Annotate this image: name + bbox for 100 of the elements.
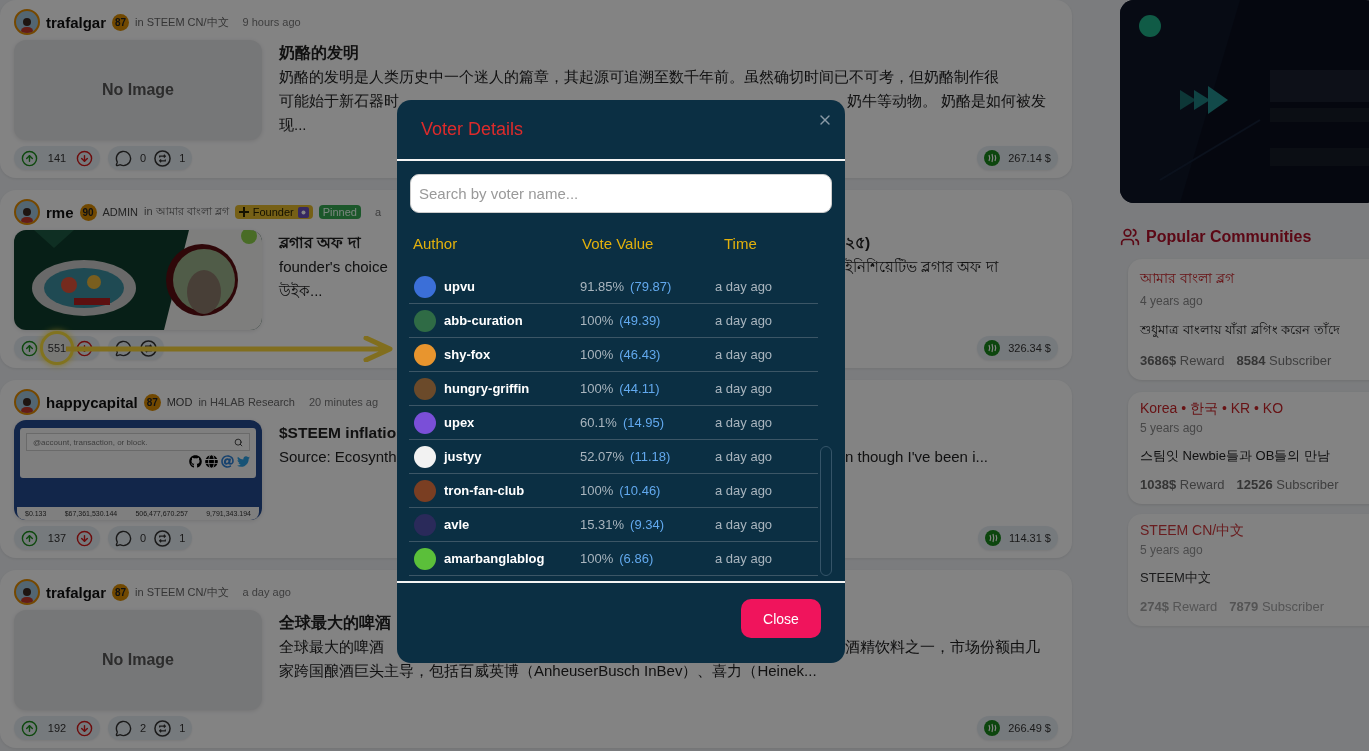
voter-name[interactable]: amarbanglablog	[444, 551, 545, 566]
reblog-icon[interactable]	[154, 529, 172, 547]
vote-count[interactable]: 137	[40, 521, 74, 555]
vote-time: a day ago	[715, 415, 774, 430]
community-card[interactable]: Korea • 한국 • KR • KO 5 years ago 스팀잇 Newbie들과 OB들의 만남 1038$ Reward 12526 Subscriber	[1128, 392, 1369, 504]
user-avatar[interactable]	[14, 9, 40, 35]
payout-amount: 114.31 $	[1009, 532, 1051, 544]
author-name[interactable]: trafalgar	[46, 583, 107, 601]
user-avatar[interactable]	[14, 389, 40, 415]
post-excerpt: 现...	[279, 115, 307, 135]
community-link[interactable]: in আমার বাংলা ব্লগ	[144, 202, 229, 222]
post-excerpt: 全球最大的啤酒	[279, 637, 385, 657]
column-header: Time	[724, 235, 758, 252]
downvote-icon[interactable]	[76, 339, 93, 357]
community-card[interactable]: আমার বাংলা ব্লগ 4 years ago শুধুমাত্র বাংলায় যাঁরা ব্লগিং করেন তাঁদে 3686$ Reward 8584 Subscriber	[1128, 259, 1369, 380]
subscriber-stat: 8584 Subscriber	[1236, 353, 1332, 368]
author-name[interactable]: happycapital	[46, 393, 138, 411]
comment-count: 0	[140, 152, 147, 164]
post-excerpt: উইক...	[279, 281, 323, 301]
reward-stat: 3686$ Reward	[1140, 353, 1225, 368]
reward-stat: 1038$ Reward	[1140, 477, 1225, 492]
steem-icon	[985, 530, 1001, 546]
voter-name[interactable]: shy-fox	[444, 347, 491, 362]
vote-percent: 91.85%	[580, 279, 625, 294]
community-name[interactable]: STEEM CN/中文	[1140, 522, 1369, 540]
section-title: Popular Communities	[1146, 228, 1312, 246]
reblog-count: 1	[179, 722, 186, 734]
downvote-icon[interactable]	[76, 529, 93, 547]
steem-icon	[984, 720, 1001, 736]
post-excerpt: 奶牛等动物。 奶酪是如何被发	[847, 91, 1047, 111]
comment-icon[interactable]	[115, 529, 132, 547]
post-excerpt: 奶酪的发明是人类历史中一个迷人的篇章，其起源可追溯至数千年前。虽然确切时间已不可考，但奶酪制作很	[279, 67, 999, 87]
voter-name[interactable]: justyy	[444, 449, 482, 464]
reblog-icon[interactable]	[154, 719, 172, 737]
post-title[interactable]: 全球最大的啤酒	[279, 611, 391, 635]
post-excerpt: 酒精饮料之一，市场份额由几	[845, 637, 1040, 657]
downvote-icon[interactable]	[76, 719, 93, 737]
vote-percent: 100%	[580, 551, 614, 566]
vote-time: a day ago	[715, 449, 774, 464]
steem-icon	[984, 340, 1001, 356]
comment-icon[interactable]	[115, 719, 132, 737]
search-field[interactable]: Search by voter name...	[410, 174, 832, 213]
column-header: Vote Value	[582, 235, 655, 252]
vote-count[interactable]: 551	[40, 331, 74, 365]
post-excerpt: n though I've been i...	[845, 447, 988, 467]
community-name[interactable]: Korea • 한국 • KR • KO	[1140, 400, 1369, 418]
post-excerpt: 可能始于新石器时	[279, 91, 399, 111]
vote-value: (46.43)	[619, 347, 661, 362]
upvote-icon[interactable]	[21, 529, 38, 547]
comment-icon[interactable]	[115, 149, 132, 167]
vote-percent: 100%	[580, 381, 614, 396]
post-title[interactable]: 奶酪的发明	[279, 41, 359, 65]
comment-icon[interactable]	[115, 339, 132, 357]
user-avatar[interactable]	[14, 199, 40, 225]
voter-name[interactable]: upvu	[444, 279, 476, 294]
reblog-count: 1	[179, 532, 186, 544]
voter-name[interactable]: tron-fan-club	[444, 483, 525, 498]
voter-name[interactable]: upex	[444, 415, 475, 430]
close-button[interactable]: Close	[741, 599, 821, 638]
reblog-icon[interactable]	[154, 149, 172, 167]
author-name[interactable]: trafalgar	[46, 13, 107, 31]
community-age: 4 years ago	[1140, 294, 1204, 308]
post-title[interactable]: ২৫)	[845, 231, 871, 255]
post-excerpt: founder's choice	[279, 257, 389, 277]
vote-time: a day ago	[715, 517, 774, 532]
vote-count[interactable]: 192	[40, 711, 74, 745]
payout-amount: 267.14 $	[1008, 152, 1051, 164]
community-link[interactable]: in STEEM CN/中文	[135, 584, 229, 600]
author-name[interactable]: rme	[46, 203, 74, 221]
voter-name[interactable]: hungry-griffin	[444, 381, 530, 396]
vote-percent: 100%	[580, 483, 614, 498]
vote-time: a day ago	[715, 347, 774, 362]
vote-value: (9.34)	[630, 517, 665, 532]
reblog-icon[interactable]	[140, 339, 157, 357]
role-label: ADMIN	[102, 206, 138, 218]
upvote-icon[interactable]	[21, 149, 38, 167]
upvote-icon[interactable]	[21, 339, 38, 357]
vote-percent: 100%	[580, 313, 614, 328]
post-time: a day ago	[242, 586, 291, 598]
post-time: 9 hours ago	[242, 16, 301, 28]
post-title[interactable]: ব্লগার অফ দা	[279, 231, 397, 255]
community-link[interactable]: in H4LAB Research	[198, 396, 295, 408]
voter-name[interactable]: avle	[444, 517, 470, 532]
vote-value: (14.95)	[622, 415, 665, 430]
voter-name[interactable]: abb-curation	[444, 313, 523, 328]
user-avatar[interactable]	[14, 579, 40, 605]
downvote-icon[interactable]	[76, 149, 93, 167]
post-time: a	[374, 206, 382, 218]
community-link[interactable]: in STEEM CN/中文	[135, 14, 229, 30]
vote-count[interactable]: 141	[40, 141, 74, 175]
community-name[interactable]: আমার বাংলা ব্লগ	[1140, 267, 1369, 291]
vote-value: (11.18)	[630, 449, 671, 464]
vote-percent: 15.31%	[580, 517, 625, 532]
comment-count: 0	[140, 532, 147, 544]
vote-time: a day ago	[715, 551, 774, 566]
payout-amount: 326.34 $	[1008, 342, 1051, 354]
vote-value: (49.39)	[619, 313, 661, 328]
post-title[interactable]: $STEEM inflatio	[279, 421, 397, 445]
upvote-icon[interactable]	[21, 719, 38, 737]
dialog-title: Voter Details	[421, 119, 524, 140]
